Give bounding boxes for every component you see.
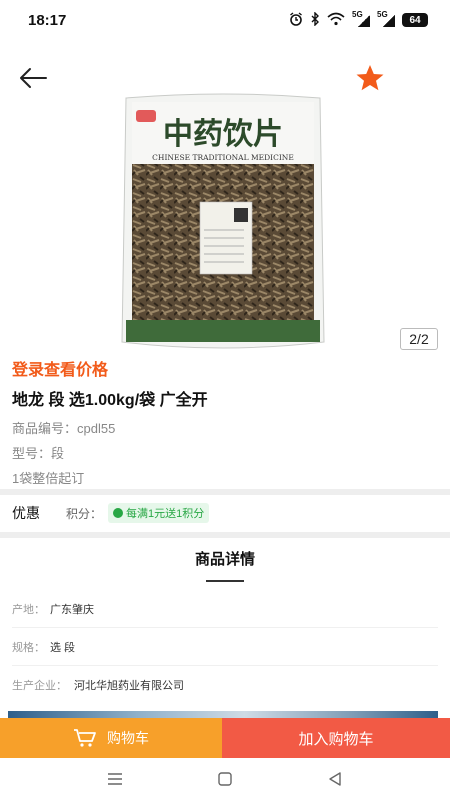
product-model: 型号：段 <box>12 446 65 461</box>
alarm-icon <box>289 11 303 29</box>
bottom-action-bar: 购物车 加入购物车 <box>0 718 450 758</box>
detail-label: 产地： <box>12 603 45 616</box>
coin-icon <box>113 508 124 518</box>
product-code: 商品编号：cpdl55 <box>12 421 116 436</box>
section-divider <box>0 532 450 538</box>
detail-row-origin: 产地： 广东肇庆 <box>12 590 438 628</box>
product-name: 地龙 段 选1.00kg/袋 广全开 <box>12 392 208 409</box>
points-badge-text: 每满1元送1积分 <box>126 508 205 520</box>
product-info: 登录查看价格 地龙 段 选1.00kg/袋 广全开 商品编号：cpdl55 型号… <box>0 358 450 490</box>
wifi-icon <box>327 12 345 29</box>
detail-row-spec: 规格： 选 段 <box>12 628 438 666</box>
promo-label: 优惠 <box>12 505 40 521</box>
points-badge: 每满1元送1积分 <box>108 503 210 523</box>
add-to-cart-button[interactable]: 加入购物车 <box>222 718 450 758</box>
min-order: 1袋整倍起订 <box>12 471 85 486</box>
favorite-button[interactable] <box>354 62 386 94</box>
product-gallery[interactable]: 中药饮片 CHINESE TRADITIONAL MEDICINE 2/2 <box>0 40 450 358</box>
nav-home-button[interactable] <box>211 765 239 793</box>
system-nav-bar <box>0 758 450 800</box>
promo-row: 优惠 积分： 每满1元送1积分 <box>0 496 450 530</box>
package-title: 中药饮片 <box>163 117 283 152</box>
menu-icon <box>108 773 122 785</box>
nav-back-button[interactable] <box>321 765 349 793</box>
status-time: 18:17 <box>28 11 67 29</box>
details-underline <box>206 580 244 582</box>
page-indicator: 2/2 <box>400 328 438 350</box>
package-subtitle: CHINESE TRADITIONAL MEDICINE <box>152 153 294 162</box>
nav-menu-button[interactable] <box>101 765 129 793</box>
signal-icon-2: 5G <box>377 10 395 27</box>
back-triangle-icon <box>329 772 341 786</box>
details-title: 商品详情 <box>194 551 255 568</box>
cart-label: 购物车 <box>107 730 149 746</box>
home-square-icon <box>218 772 232 786</box>
star-icon <box>356 65 384 91</box>
detail-value: 广东肇庆 <box>50 603 94 616</box>
status-icons: 5G 5G 64 <box>289 10 428 29</box>
detail-label: 规格： <box>12 641 45 654</box>
detail-value: 选 段 <box>50 641 76 654</box>
battery-icon: 64 <box>402 13 428 27</box>
detail-label: 生产企业： <box>12 680 67 692</box>
arrow-left-icon <box>20 68 47 88</box>
signal-icon-1: 5G <box>352 10 370 27</box>
cart-button[interactable]: 购物车 <box>0 718 222 758</box>
login-to-view-price-link[interactable]: 登录查看价格 <box>12 360 438 382</box>
product-image[interactable]: 中药饮片 CHINESE TRADITIONAL MEDICINE <box>118 92 328 354</box>
cart-icon <box>74 729 96 747</box>
detail-value: 河北华旭药业有限公司 <box>74 680 184 692</box>
product-details: 商品详情 产地： 广东肇庆 规格： 选 段 生产企业： 河北华旭药业有限公司 <box>0 540 450 710</box>
bluetooth-icon <box>310 10 320 29</box>
points-label: 积分： <box>66 506 103 521</box>
section-divider <box>0 489 450 495</box>
status-bar: 18:17 5G 5G 64 <box>0 0 450 40</box>
detail-row-manufacturer: 生产企业： 河北华旭药业有限公司 <box>12 666 438 704</box>
back-button[interactable] <box>18 64 50 92</box>
